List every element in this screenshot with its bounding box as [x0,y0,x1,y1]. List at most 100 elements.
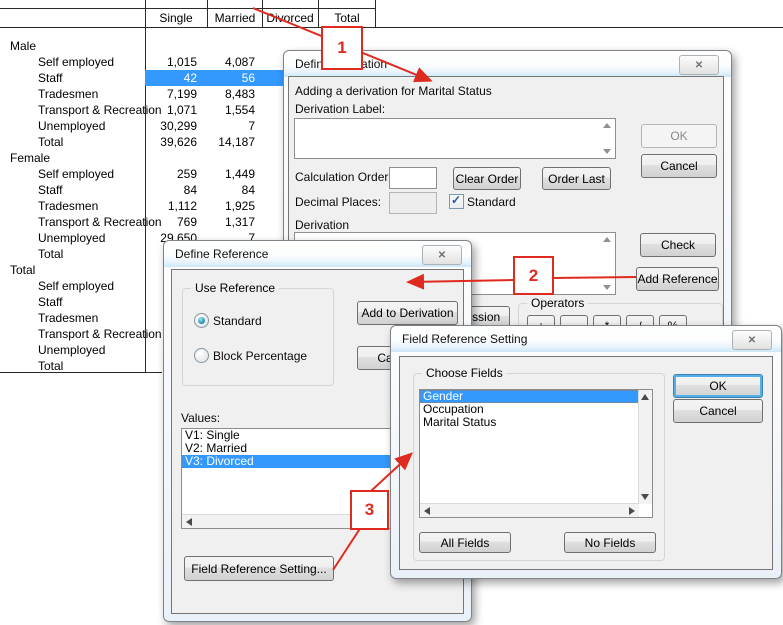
scroll-left-icon[interactable] [424,507,430,515]
fields-hscrollbar[interactable] [420,503,639,517]
row-label: Self employed [38,55,114,69]
row-label: Tradesmen [38,311,98,325]
use-reference-group: Use Reference [182,288,334,386]
field-reference-setting-dialog: Field Reference Setting ✕ Choose Fields … [390,325,782,579]
close-icon[interactable]: ✕ [679,55,719,75]
cell-married[interactable]: 4,087 [207,55,255,69]
calculation-order-caption: Calculation Order: [295,170,392,184]
cell-single[interactable]: 42 [145,71,197,85]
scroll-left-icon[interactable] [186,518,192,526]
row-label: Unemployed [38,231,105,245]
cell-single[interactable]: 7,199 [145,87,197,101]
column-header-married: Married [215,11,256,25]
row-label: Self employed [38,279,114,293]
cell-married[interactable]: 14,187 [207,135,255,149]
row-label: Total [38,359,63,373]
scroll-down-icon[interactable] [603,285,611,290]
add-reference-button[interactable]: Add Reference [636,267,719,291]
cell-married[interactable]: 1,317 [207,215,255,229]
row-label: Tradesmen [38,87,98,101]
column-header-single: Single [159,11,192,25]
fields-vscrollbar[interactable] [638,390,652,504]
calculation-order-input[interactable] [389,167,437,189]
order-last-button[interactable]: Order Last [542,167,611,190]
table-vline-2 [262,0,263,27]
row-label: Unemployed [38,119,105,133]
row-label: Tradesmen [38,199,98,213]
table-vline-1 [207,0,208,27]
scroll-down-icon[interactable] [641,494,649,500]
standard-checkbox[interactable] [449,194,464,209]
row-label: Transport & Recreation [38,215,162,229]
column-header-total: Total [334,11,359,25]
no-fields-button[interactable]: No Fields [564,532,656,553]
cell-married[interactable]: 7 [207,119,255,133]
fields-list-item[interactable]: Marital Status [420,416,639,429]
group-label: Male [10,39,36,53]
all-fields-button[interactable]: All Fields [419,532,511,553]
standard-radio[interactable] [194,313,209,328]
row-label: Self employed [38,167,114,181]
ok-button[interactable]: OK [673,374,763,398]
table-vline-4 [375,0,376,27]
derivation-subtitle: Adding a derivation for Marital Status [295,84,492,98]
table-vline-3 [318,0,319,27]
cell-married[interactable]: 1,554 [207,103,255,117]
cell-single[interactable]: 84 [145,183,197,197]
callout-2-box: 2 [513,256,554,295]
cell-single[interactable]: 30,299 [145,119,197,133]
column-header-divorced: Divorced [266,11,313,25]
screenshot-canvas: SingleMarriedDivorcedTotal MaleSelf empl… [0,0,783,625]
cell-single[interactable]: 769 [145,215,197,229]
group-label: Total [10,263,35,277]
cancel-button[interactable]: Cancel [673,399,763,423]
scroll-right-icon[interactable] [629,507,635,515]
define-reference-titlebar[interactable]: Define Reference ✕ [164,241,471,267]
cell-single[interactable]: 1,112 [145,199,197,213]
row-label: Total [38,247,63,261]
cell-married[interactable]: 1,925 [207,199,255,213]
standard-radio-label: Standard [213,314,262,328]
cancel-button[interactable]: Cancel [641,154,717,178]
fields-listbox[interactable]: GenderOccupationMarital Status [419,389,653,518]
standard-checkbox-label: Standard [467,195,516,209]
define-reference-title: Define Reference [175,247,268,261]
group-label: Female [10,151,50,165]
derivation-label-input[interactable] [294,118,616,159]
block-percentage-radio-label: Block Percentage [213,349,307,363]
close-icon[interactable]: ✕ [732,330,772,350]
row-label: Transport & Recreation [38,103,162,117]
row-label: Transport & Recreation [38,327,162,341]
row-label: Total [38,135,63,149]
ok-button[interactable]: OK [641,124,717,148]
cell-single[interactable]: 259 [145,167,197,181]
row-label: Staff [38,183,62,197]
callout-1-box: 1 [321,26,363,70]
cell-single[interactable]: 39,626 [145,135,197,149]
field-reference-setting-titlebar[interactable]: Field Reference Setting ✕ [391,326,781,352]
derivation-label-caption: Derivation Label: [295,102,385,116]
cell-married[interactable]: 84 [207,183,255,197]
decimal-places-caption: Decimal Places: [295,195,381,209]
cell-married[interactable]: 1,449 [207,167,255,181]
scroll-up-icon[interactable] [603,123,611,128]
decimal-places-input[interactable] [389,192,437,214]
clear-order-button[interactable]: Clear Order [453,167,521,190]
row-label: Staff [38,71,62,85]
block-percentage-radio[interactable] [194,348,209,363]
cell-married[interactable]: 8,483 [207,87,255,101]
derivation-caption: Derivation [295,218,349,232]
operators-caption: Operators [527,296,588,310]
add-to-derivation-button[interactable]: Add to Derivation [357,301,458,325]
cell-married[interactable]: 56 [207,71,255,85]
cell-single[interactable]: 1,071 [145,103,197,117]
cell-single[interactable]: 1,015 [145,55,197,69]
field-reference-setting-button[interactable]: Field Reference Setting... [184,556,334,581]
choose-fields-caption: Choose Fields [422,366,507,380]
scroll-up-icon[interactable] [603,237,611,242]
close-icon[interactable]: ✕ [422,245,462,265]
check-button[interactable]: Check [640,233,716,257]
values-caption: Values: [181,411,220,425]
scroll-up-icon[interactable] [641,394,649,400]
scroll-down-icon[interactable] [603,149,611,154]
